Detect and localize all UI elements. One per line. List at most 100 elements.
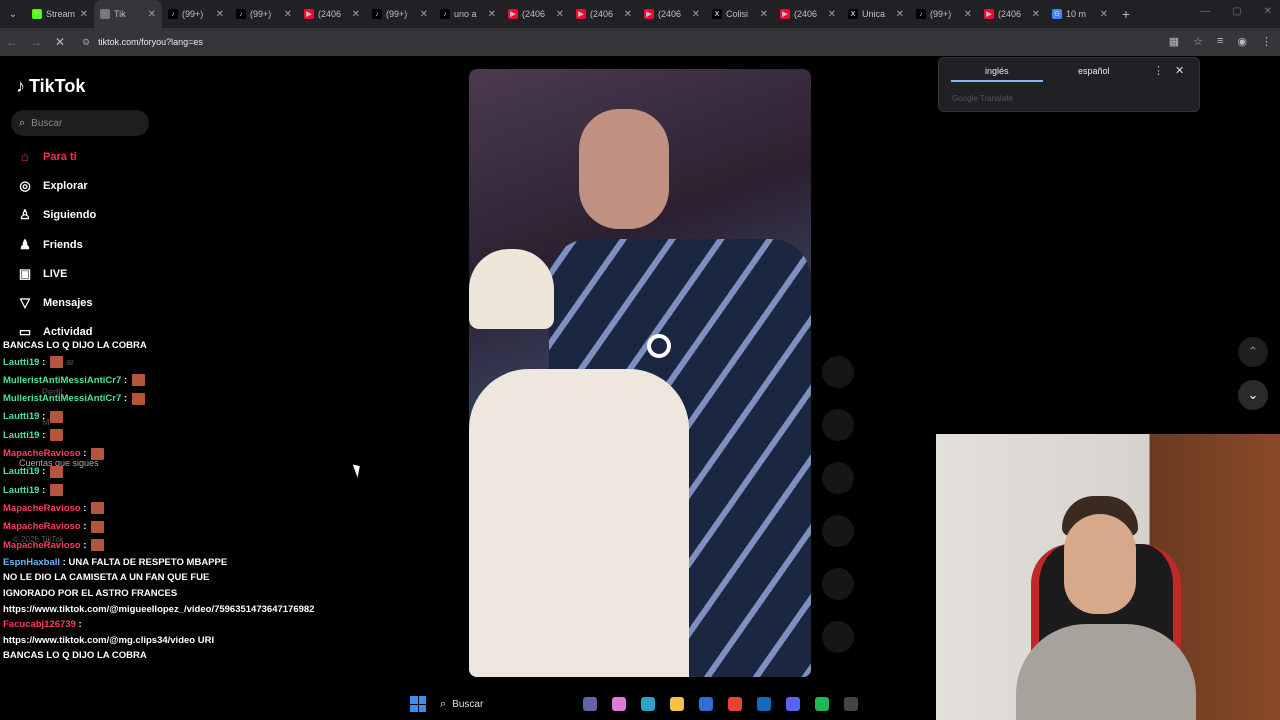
- webcam-overlay: [936, 434, 1280, 720]
- browser-tab[interactable]: ▶ (2406 ✕: [978, 0, 1046, 28]
- browser-tab[interactable]: ▶ (2406 ✕: [638, 0, 706, 28]
- browser-tab[interactable]: ♪ (99+) ✕: [162, 0, 230, 28]
- translate-close-icon[interactable]: ✕: [1175, 64, 1184, 77]
- forward-button[interactable]: →: [24, 35, 48, 49]
- tab-close-icon[interactable]: ✕: [556, 9, 564, 20]
- browser-tab[interactable]: X Unica ✕: [842, 0, 910, 28]
- tab-close-icon[interactable]: ✕: [896, 9, 904, 20]
- tab-close-icon[interactable]: ✕: [760, 9, 768, 20]
- translate-options-icon[interactable]: ⋮: [1153, 64, 1164, 77]
- browser-tab[interactable]: ▶ (2406 ✕: [502, 0, 570, 28]
- tab-close-icon[interactable]: ✕: [692, 9, 700, 20]
- search-input[interactable]: ⌕ Buscar: [11, 110, 149, 136]
- stop-loading-icon[interactable]: ✕: [48, 35, 72, 49]
- share-button[interactable]: [822, 568, 854, 600]
- browser-tab[interactable]: ◌ Tik ✕: [94, 0, 162, 28]
- mouse-cursor-icon: [352, 462, 364, 478]
- chat-message: BANCAS LO Q DIJO LA COBRA: [3, 338, 235, 354]
- tab-close-icon[interactable]: ✕: [148, 9, 156, 20]
- chat-emote-icon: [91, 447, 105, 460]
- tab-close-icon[interactable]: ✕: [964, 9, 972, 20]
- tab-close-icon[interactable]: ✕: [80, 9, 88, 20]
- tab-search-chevron-icon[interactable]: ⌄: [0, 0, 26, 28]
- sidebar-item-label: Friends: [43, 239, 83, 251]
- tab-close-icon[interactable]: ✕: [352, 9, 360, 20]
- minimize-button[interactable]: —: [1200, 6, 1210, 17]
- stream-chat-overlay: BANCAS LO Q DIJO LA COBRA Lautti19 : Mull…: [3, 338, 314, 664]
- chevron-up-icon: ⌃: [1247, 344, 1259, 359]
- site-info-icon[interactable]: ⚙: [82, 37, 90, 48]
- tab-close-icon[interactable]: ✕: [828, 9, 836, 20]
- music-disc-button[interactable]: [822, 621, 854, 653]
- chat-message: MapacheRavioso :: [3, 445, 235, 463]
- like-button[interactable]: [822, 409, 854, 441]
- tab-close-icon[interactable]: ✕: [1100, 9, 1108, 20]
- outlook-icon[interactable]: [757, 697, 771, 711]
- windows-start-icon[interactable]: [410, 696, 426, 712]
- chat-message: Lautti19 :: [3, 408, 235, 426]
- video-player[interactable]: [469, 69, 811, 677]
- sidebar-item-siguiendo[interactable]: ♙ Siguiendo: [16, 207, 96, 223]
- messages-icon: ▽: [20, 295, 30, 310]
- media-controls-icon[interactable]: ≡: [1217, 35, 1223, 48]
- sidebar-item-label: Mensajes: [43, 297, 93, 309]
- browser-tab[interactable]: ▶ (2406 ✕: [570, 0, 638, 28]
- previous-video-button[interactable]: ⌃: [1238, 337, 1268, 367]
- tab-title: (2406: [658, 9, 682, 19]
- tab-close-icon[interactable]: ✕: [216, 9, 224, 20]
- profile-icon[interactable]: ◉: [1237, 35, 1247, 48]
- browser-tab[interactable]: ♪ (99+) ✕: [366, 0, 434, 28]
- sidebar-item-friends[interactable]: ♟ Friends: [16, 237, 83, 253]
- tiktok-logo[interactable]: ♪ TikTok: [16, 76, 85, 97]
- tab-close-icon[interactable]: ✕: [284, 9, 292, 20]
- browser-tab[interactable]: K Stream ✕: [26, 0, 94, 28]
- tab-title: (2406: [998, 9, 1022, 19]
- discord-icon[interactable]: [786, 697, 800, 711]
- tab-title: (99+): [386, 9, 408, 19]
- close-window-button[interactable]: ✕: [1264, 6, 1272, 17]
- maximize-button[interactable]: ▢: [1232, 6, 1241, 17]
- sidebar-item-label: Actividad: [43, 326, 93, 338]
- browser-tab[interactable]: ♪ (99+) ✕: [910, 0, 978, 28]
- explorer-icon[interactable]: [670, 697, 684, 711]
- tab-close-icon[interactable]: ✕: [488, 9, 496, 20]
- avatar-button[interactable]: [822, 356, 854, 388]
- tab-title: uno a: [454, 9, 477, 19]
- chat-username: MapacheRavioso: [3, 502, 81, 514]
- video-frame-face: [579, 109, 669, 229]
- spotify-icon[interactable]: [815, 697, 829, 711]
- sidebar-item-live[interactable]: ▣ LIVE: [16, 266, 68, 282]
- teams-icon[interactable]: [583, 697, 597, 711]
- chat-message: Lautti19 :: [3, 463, 235, 481]
- back-button[interactable]: ←: [0, 35, 24, 49]
- browser-tab[interactable]: X Colisi ✕: [706, 0, 774, 28]
- store-icon[interactable]: [699, 697, 713, 711]
- kebab-menu-icon[interactable]: ⋮: [1261, 35, 1272, 48]
- edge-icon[interactable]: [641, 697, 655, 711]
- browser-tab[interactable]: ▶ (2406 ✕: [774, 0, 842, 28]
- browser-tab[interactable]: ▶ (2406 ✕: [298, 0, 366, 28]
- tab-close-icon[interactable]: ✕: [1032, 9, 1040, 20]
- tab-favicon-icon: ♪: [236, 9, 246, 19]
- sidebar-item-explorar[interactable]: ◎ Explorar: [16, 178, 87, 194]
- bookmark-button[interactable]: [822, 515, 854, 547]
- tab-close-icon[interactable]: ✕: [624, 9, 632, 20]
- translate-icon[interactable]: ▦: [1169, 35, 1179, 48]
- sidebar-item-para-ti[interactable]: ⌂ Para ti: [16, 149, 77, 164]
- url-field[interactable]: ⚙ tiktok.com/foryou?lang=es: [82, 37, 203, 48]
- comment-button[interactable]: [822, 462, 854, 494]
- copilot-icon[interactable]: [612, 697, 626, 711]
- browser-tab[interactable]: ♪ (99+) ✕: [230, 0, 298, 28]
- tab-close-icon[interactable]: ✕: [420, 9, 428, 20]
- next-video-button[interactable]: ⌄: [1238, 380, 1268, 410]
- sidebar-item-mensajes[interactable]: ▽ Mensajes: [16, 295, 93, 311]
- translate-target-lang[interactable]: español: [1078, 66, 1110, 76]
- chrome-icon[interactable]: [728, 697, 742, 711]
- new-tab-button[interactable]: +: [1114, 6, 1138, 22]
- translate-source-lang[interactable]: inglés: [985, 66, 1009, 76]
- taskbar-search[interactable]: ⌕ Buscar: [440, 693, 568, 715]
- bookmark-star-icon[interactable]: ☆: [1193, 35, 1203, 48]
- browser-tab[interactable]: ♪ uno a ✕: [434, 0, 502, 28]
- browser-tab[interactable]: G 10 m ✕: [1046, 0, 1114, 28]
- obs-icon[interactable]: [844, 697, 858, 711]
